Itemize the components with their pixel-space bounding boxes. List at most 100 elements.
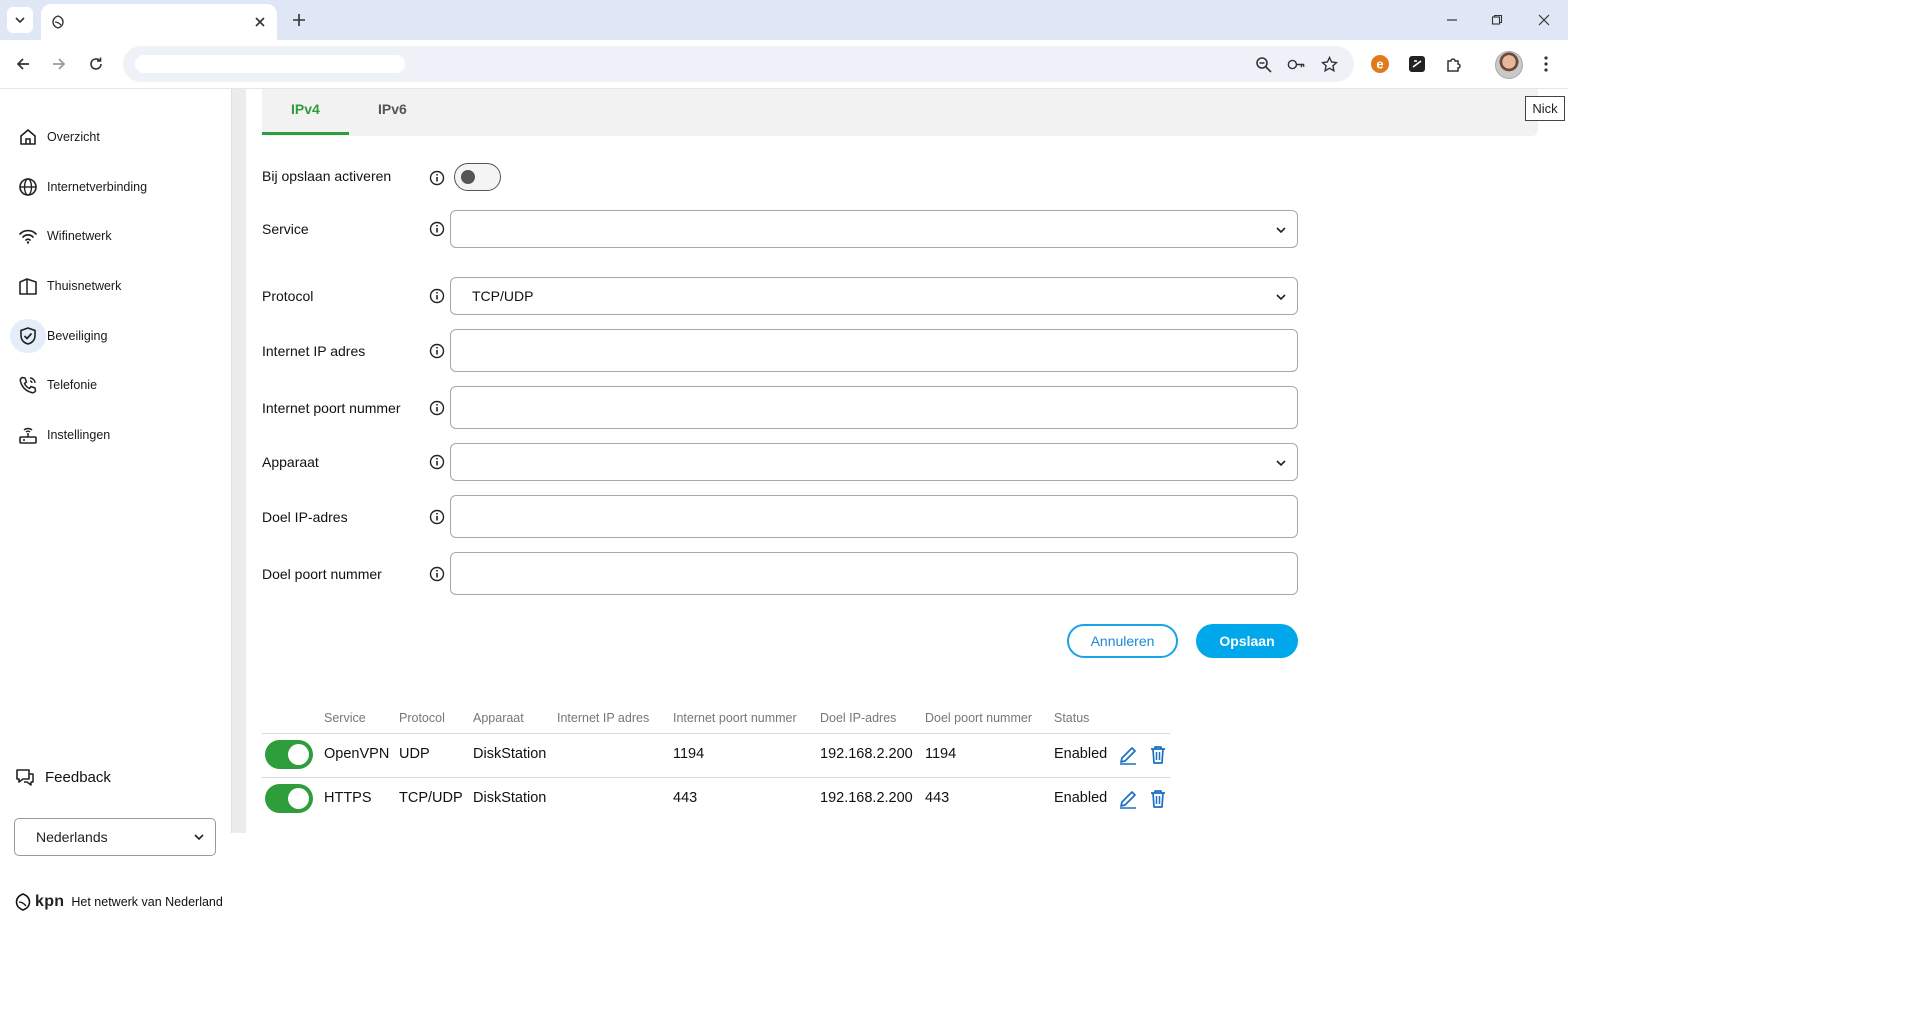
password-key-icon[interactable]: [1287, 55, 1305, 73]
browser-tabstrip: [0, 0, 1568, 40]
language-select[interactable]: Nederlands: [14, 818, 216, 856]
sidebar-item-label: Thuisnetwerk: [47, 279, 122, 293]
device-select[interactable]: [450, 443, 1298, 481]
house-network-icon: [10, 269, 46, 303]
sidebar-item-instellingen[interactable]: Instellingen: [10, 418, 220, 452]
main-content: IPv4 IPv6 Bij opslaan activeren Service …: [246, 89, 1550, 833]
reload-button[interactable]: [84, 52, 108, 76]
feedback-link[interactable]: Feedback: [14, 765, 111, 789]
protocol-label: Protocol: [262, 288, 314, 304]
sidebar-item-telefonie[interactable]: Telefonie: [10, 368, 220, 402]
column-header: Doel poort nummer: [925, 711, 1032, 725]
service-select[interactable]: [450, 210, 1298, 248]
phone-icon: [10, 368, 46, 402]
target-port-input[interactable]: [450, 552, 1298, 595]
info-icon[interactable]: [429, 566, 445, 582]
tab-close-icon[interactable]: [251, 13, 269, 31]
info-icon[interactable]: [429, 454, 445, 470]
sidebar-item-beveiliging[interactable]: Beveiliging: [10, 319, 220, 353]
tab-ipv4[interactable]: IPv4: [291, 101, 320, 117]
restore-button[interactable]: [1485, 8, 1509, 32]
protocol-value: TCP/UDP: [472, 288, 534, 304]
info-icon[interactable]: [429, 221, 445, 237]
internet-port-input[interactable]: [450, 386, 1298, 429]
tab-ipv6[interactable]: IPv6: [378, 101, 407, 117]
cell-target-ip: 192.168.2.200: [820, 746, 913, 762]
sidebar-item-internetverbinding[interactable]: Internetverbinding: [10, 170, 220, 204]
info-icon[interactable]: [429, 288, 445, 304]
more-menu-icon[interactable]: [1536, 54, 1556, 74]
browser-tab[interactable]: [41, 4, 277, 40]
cell-protocol: UDP: [399, 746, 430, 762]
back-button[interactable]: [11, 52, 35, 76]
forward-button[interactable]: [47, 52, 71, 76]
edit-pencil-icon[interactable]: [1117, 744, 1139, 766]
address-bar[interactable]: [123, 46, 1354, 82]
info-icon[interactable]: [429, 170, 445, 186]
cancel-button[interactable]: Annuleren: [1067, 624, 1178, 658]
reload-icon: [90, 57, 102, 70]
info-icon[interactable]: [429, 509, 445, 525]
sidebar-item-overzicht[interactable]: Overzicht: [10, 120, 220, 154]
brand-logo-text: kpn: [35, 893, 65, 910]
delete-trash-icon[interactable]: [1147, 744, 1169, 766]
cell-service: HTTPS: [324, 790, 372, 806]
service-label: Service: [262, 221, 309, 237]
column-header: Doel IP-adres: [820, 711, 897, 725]
internet-ip-row: Internet IP adres: [262, 329, 1302, 372]
kpn-logo-icon: [15, 893, 31, 911]
bookmark-star-icon[interactable]: [1320, 55, 1338, 73]
tab-search-button[interactable]: [7, 7, 33, 33]
sidebar-item-thuisnetwerk[interactable]: Thuisnetwerk: [10, 269, 220, 303]
sidebar: Overzicht Internetverbinding Wifinetwerk…: [0, 89, 232, 911]
router-icon: [10, 418, 46, 452]
sidebar-item-label: Overzicht: [47, 130, 100, 144]
arrow-left-icon: [16, 58, 29, 70]
cell-target-ip: 192.168.2.200: [820, 790, 913, 806]
kpn-favicon-icon: [49, 13, 67, 31]
rule-enabled-toggle[interactable]: [265, 784, 313, 813]
column-header: Protocol: [399, 711, 445, 725]
target-ip-input[interactable]: [450, 495, 1298, 538]
service-row: Service: [262, 210, 1302, 248]
minimize-button[interactable]: [1440, 8, 1464, 32]
edit-pencil-icon[interactable]: [1117, 788, 1139, 810]
protocol-row: Protocol TCP/UDP: [262, 277, 1302, 315]
protocol-select[interactable]: TCP/UDP: [450, 277, 1298, 315]
sidebar-item-label: Wifinetwerk: [47, 229, 112, 243]
internet-ip-input[interactable]: [450, 329, 1298, 372]
cell-status: Enabled: [1054, 790, 1108, 806]
sidebar-item-wifinetwerk[interactable]: Wifinetwerk: [10, 219, 220, 253]
sidebar-gutter: [232, 89, 246, 833]
cell-target-port: 1194: [925, 746, 957, 762]
page-scrollbar[interactable]: [1553, 89, 1568, 833]
table-header: Service Protocol Apparaat Internet IP ad…: [262, 703, 1170, 733]
info-icon[interactable]: [429, 343, 445, 359]
cell-internet-port: 443: [673, 790, 698, 806]
delete-trash-icon[interactable]: [1147, 788, 1169, 810]
activate-on-save-toggle[interactable]: [454, 163, 501, 191]
new-tab-button[interactable]: [288, 9, 310, 31]
restore-icon: [1491, 14, 1503, 25]
extension-e-icon[interactable]: e: [1370, 54, 1390, 74]
rule-enabled-toggle[interactable]: [265, 740, 313, 769]
extension-dark-icon[interactable]: [1407, 54, 1427, 74]
internet-ip-label: Internet IP adres: [262, 343, 366, 359]
target-port-label: Doel poort nummer: [262, 566, 382, 582]
chevron-down-icon: [1276, 227, 1286, 234]
cell-service: OpenVPN: [324, 746, 390, 762]
zoom-out-icon[interactable]: [1254, 55, 1272, 73]
minimize-icon: [1447, 19, 1457, 21]
target-ip-label: Doel IP-adres: [262, 509, 348, 525]
shield-check-icon: [10, 319, 46, 353]
profile-avatar[interactable]: [1495, 51, 1523, 79]
language-value: Nederlands: [36, 829, 108, 845]
active-tab-indicator: [262, 132, 349, 135]
sidebar-item-label: Internetverbinding: [47, 180, 148, 194]
save-button[interactable]: Opslaan: [1196, 624, 1298, 658]
close-window-button[interactable]: [1532, 8, 1556, 32]
info-icon[interactable]: [429, 400, 445, 416]
extensions-puzzle-icon[interactable]: [1444, 54, 1464, 74]
svg-text:e: e: [1376, 57, 1383, 72]
feedback-label: Feedback: [45, 768, 111, 786]
